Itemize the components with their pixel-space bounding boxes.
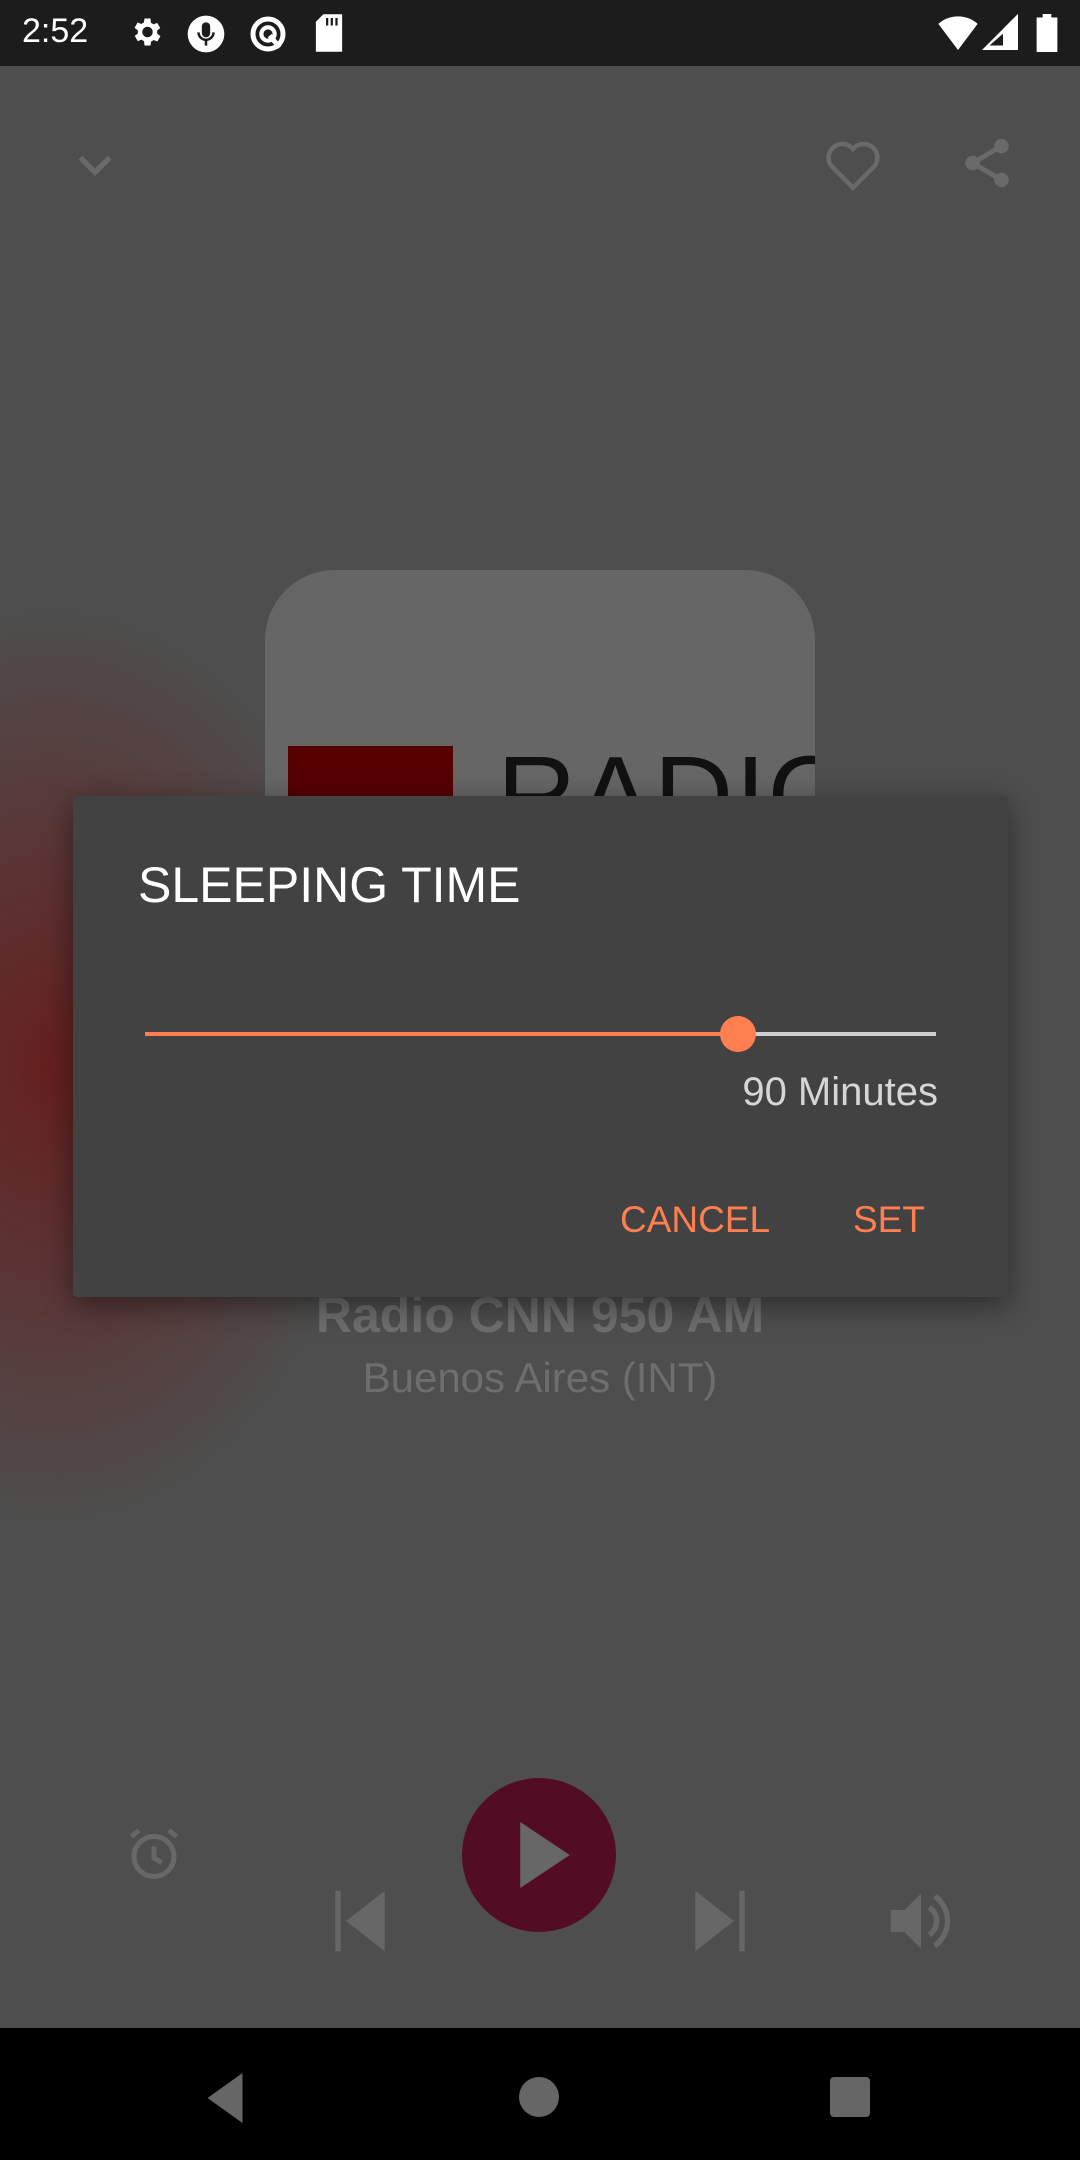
battery-icon [1036,14,1058,52]
sd-card-icon [315,14,343,52]
dialog-title: SLEEPING TIME [138,857,521,913]
mic-icon [187,15,225,53]
sleep-time-slider[interactable] [145,1014,936,1054]
volume-icon[interactable] [890,1888,952,1954]
slider-thumb[interactable] [720,1016,757,1052]
status-bar: 2:52 [0,0,1080,66]
gear-icon [134,18,161,46]
home-icon[interactable] [519,2076,559,2118]
sleeping-time-dialog: SLEEPING TIME 90 Minutes CANCEL SET [73,796,1008,1297]
recents-icon[interactable] [830,2076,870,2118]
vpn-icon [250,16,286,52]
share-icon[interactable] [958,132,1016,194]
slider-fill [145,1032,739,1036]
status-time: 2:52 [22,12,89,50]
signal-icon [982,14,1018,50]
navigation-bar [0,2028,1080,2160]
play-button[interactable] [462,1778,616,1932]
skip-next-icon[interactable] [692,1888,748,1954]
cancel-button[interactable]: CANCEL [620,1199,770,1241]
back-icon[interactable] [205,2072,245,2124]
wifi-icon [938,16,978,50]
skip-previous-icon[interactable] [332,1888,388,1954]
set-button[interactable]: SET [853,1199,925,1241]
heart-outline-icon[interactable] [823,136,883,192]
alarm-icon[interactable] [124,1824,184,1884]
slider-value-label: 90 Minutes [742,1070,938,1114]
play-icon [520,1822,570,1888]
station-location: Buenos Aires (INT) [362,1354,718,1401]
chevron-down-icon[interactable] [70,139,120,189]
